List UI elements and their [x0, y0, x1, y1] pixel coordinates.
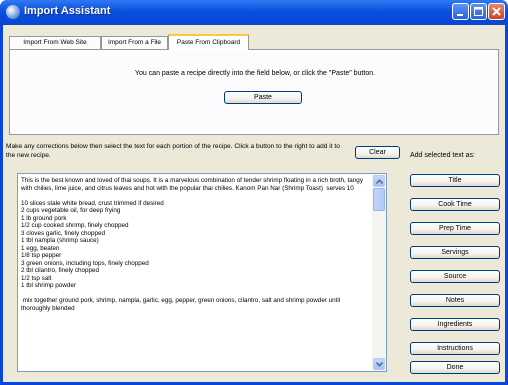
scroll-thumb[interactable] — [373, 188, 385, 211]
servings-button[interactable]: Servings — [410, 246, 500, 259]
source-button[interactable]: Source — [410, 270, 500, 283]
chevron-down-icon — [376, 362, 383, 367]
recipe-text-area[interactable]: This is the best known and loved of thai… — [17, 173, 387, 372]
chevron-up-icon — [376, 179, 383, 184]
minimize-icon — [457, 14, 463, 16]
close-icon — [492, 7, 501, 16]
import-assistant-window: Import Assistant Import From Web Site Im… — [0, 0, 508, 385]
title-bar[interactable]: Import Assistant — [0, 0, 508, 25]
done-button[interactable]: Done — [410, 361, 500, 374]
client-area: Import From Web Site Import From a File … — [3, 25, 505, 382]
instructions-text: Make any corrections below then select t… — [6, 143, 340, 159]
paste-tab-panel: You can paste a recipe directly into the… — [9, 49, 499, 135]
scroll-down-button[interactable] — [373, 358, 385, 370]
minimize-button[interactable] — [452, 3, 469, 20]
tab-paste-from-clipboard[interactable]: Paste From Clipboard — [168, 34, 249, 50]
title-button[interactable]: Title — [410, 174, 500, 187]
notes-button[interactable]: Notes — [410, 294, 500, 307]
cook-time-button[interactable]: Cook Time — [410, 198, 500, 211]
maximize-button[interactable] — [470, 3, 487, 20]
instructions-button[interactable]: Instructions — [410, 342, 500, 355]
close-button[interactable] — [488, 3, 505, 20]
add-selected-label: Add selected text as: — [410, 152, 475, 159]
tab-import-from-web-site[interactable]: Import From Web Site — [9, 36, 101, 49]
maximize-icon — [474, 7, 483, 16]
recipe-text[interactable]: This is the best known and loved of thai… — [21, 177, 369, 312]
paste-button[interactable]: Paste — [224, 91, 302, 104]
prep-time-button[interactable]: Prep Time — [410, 222, 500, 235]
paste-message: You can paste a recipe directly into the… — [134, 70, 376, 77]
clear-button[interactable]: Clear — [355, 146, 400, 159]
vertical-scrollbar[interactable] — [372, 174, 386, 371]
scroll-up-button[interactable] — [373, 175, 385, 187]
ingredients-button[interactable]: Ingredients — [410, 318, 500, 331]
window-title: Import Assistant — [24, 5, 111, 17]
tab-import-from-file[interactable]: Import From a File — [101, 36, 168, 49]
app-icon — [6, 5, 20, 19]
